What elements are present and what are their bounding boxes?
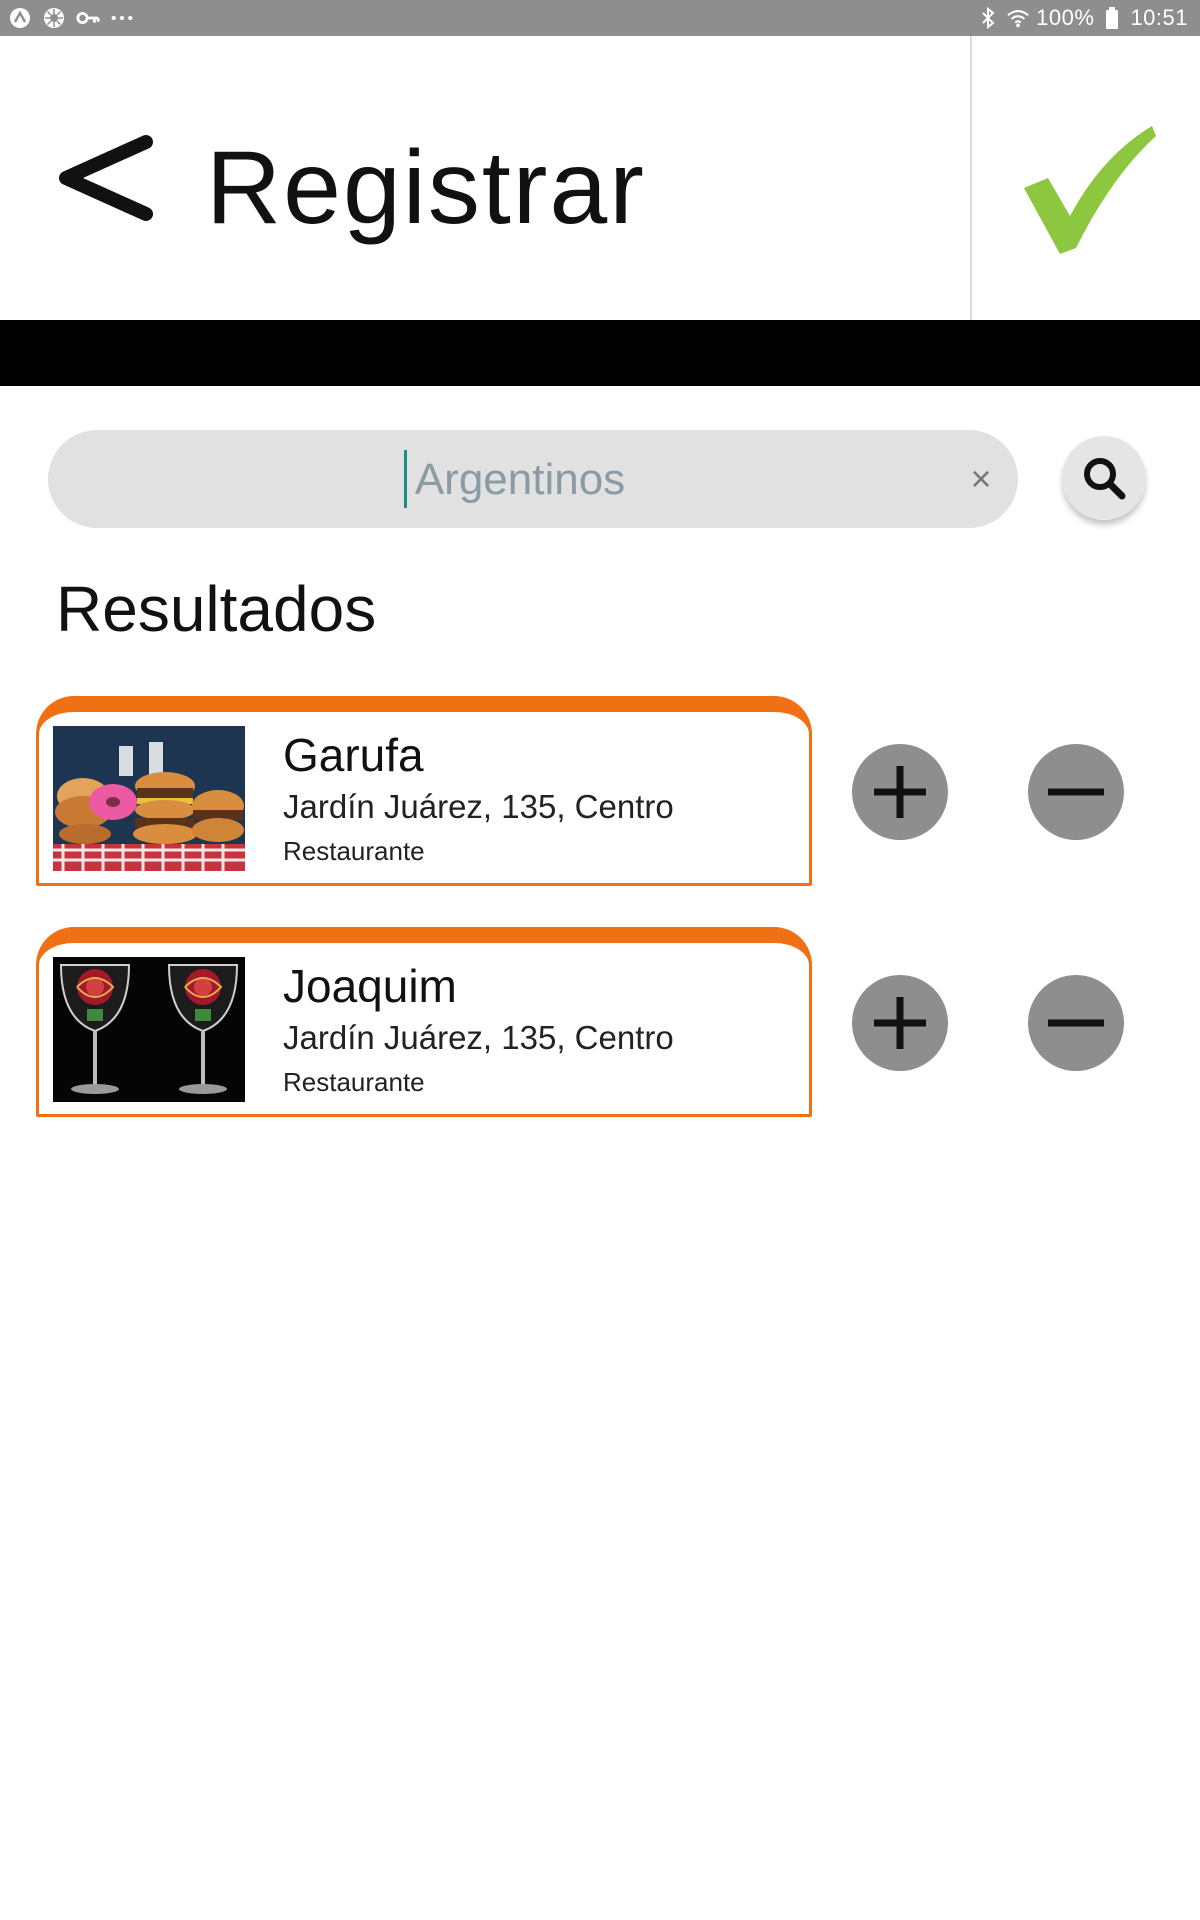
restaurant-photo-wine-glasses (53, 957, 245, 1102)
text-caret (404, 450, 407, 508)
result-name: Joaquim (283, 960, 457, 1012)
page-title: Registrar (206, 130, 646, 246)
clear-search-button[interactable]: × (958, 456, 1004, 502)
search-bar: × (48, 430, 1018, 530)
remove-button[interactable] (1028, 744, 1124, 840)
results-heading: Resultados (56, 573, 377, 645)
back-button[interactable] (54, 128, 164, 248)
clock: 10:51 (1130, 5, 1188, 30)
search-input[interactable] (88, 430, 952, 530)
result-type: Restaurante (283, 836, 425, 866)
result-card[interactable]: Garufa Jardín Juárez, 135, Centro Restau… (36, 696, 812, 886)
restaurant-photo-fast-food (53, 726, 245, 871)
header-divider (970, 36, 972, 320)
chevron-left-icon (59, 135, 153, 221)
confirm-button[interactable] (1020, 126, 1160, 256)
status-bar: 100% 10:51 (0, 0, 1200, 36)
battery-icon (1100, 6, 1124, 30)
remove-button[interactable] (1028, 975, 1124, 1071)
search-button[interactable] (1062, 436, 1146, 520)
result-name: Garufa (283, 729, 424, 781)
app-a-icon (8, 6, 32, 30)
result-card[interactable]: Joaquim Jardín Juárez, 135, Centro Resta… (36, 927, 812, 1117)
status-bar-left (8, 4, 134, 32)
header-band (0, 320, 1200, 386)
wifi-icon (1006, 6, 1030, 30)
battery-percent: 100% (1036, 5, 1095, 30)
key-icon (76, 6, 100, 30)
add-button[interactable] (852, 744, 948, 840)
bluetooth-icon (976, 6, 1000, 30)
minus-icon (1048, 1019, 1104, 1027)
result-type: Restaurante (283, 1067, 425, 1097)
more-dots-icon (110, 6, 134, 30)
status-bar-right: 100% 10:51 (976, 4, 1188, 32)
plus-icon (874, 997, 926, 1049)
settings-wheel-icon (42, 6, 66, 30)
app-header: Registrar (0, 36, 1200, 320)
result-address: Jardín Juárez, 135, Centro (283, 1019, 674, 1056)
plus-icon (874, 766, 926, 818)
checkmark-icon (1024, 126, 1156, 254)
search-icon (1084, 458, 1126, 500)
result-address: Jardín Juárez, 135, Centro (283, 788, 674, 825)
add-button[interactable] (852, 975, 948, 1071)
minus-icon (1048, 788, 1104, 796)
